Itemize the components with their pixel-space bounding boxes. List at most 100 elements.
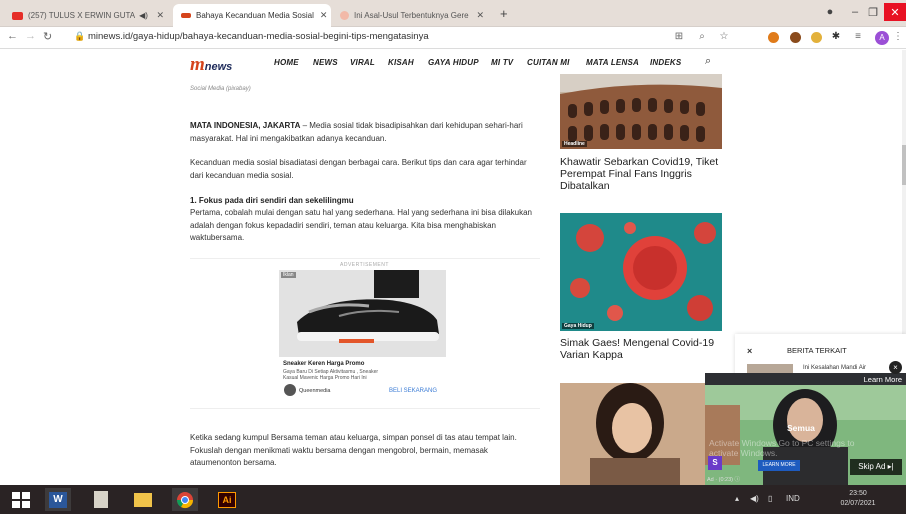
ad-badge: Iklan: [281, 272, 296, 278]
virus-image: [560, 213, 722, 331]
close-icon[interactable]: ×: [747, 346, 752, 356]
virus-thumbnail[interactable]: Gaya Hidup: [560, 213, 722, 331]
article-subheading: 1. Fokus pada diri sendiri dan sekelilin…: [190, 196, 354, 205]
sneaker-illustration: [279, 270, 446, 357]
tab-title: Bahaya Kecanduan Media Sosial: [196, 11, 314, 20]
close-tab-icon[interactable]: ✕: [314, 10, 328, 21]
puzzle-icon[interactable]: ✱: [829, 30, 843, 44]
nav-gaya-hidup[interactable]: GAYA HIDUP: [428, 58, 479, 67]
divider: [190, 258, 540, 259]
woman-thumbnail[interactable]: [560, 383, 722, 485]
new-tab-button[interactable]: +: [500, 6, 508, 21]
reload-icon[interactable]: ↻: [43, 30, 52, 43]
close-tab-icon[interactable]: ✕: [470, 10, 484, 21]
ad-brand: Queenmedia: [299, 388, 331, 394]
battery-icon[interactable]: ▯: [768, 494, 772, 503]
browser-window: (257) TULUS X ERWIN GUTA ◀) ✕ Bahaya Kec…: [0, 0, 906, 514]
article-lead: MATA INDONESIA, JAKARTA – Media sosial t…: [190, 120, 540, 145]
minews-logo[interactable]: mnews: [190, 54, 232, 76]
menu-icon[interactable]: ⋮: [893, 30, 903, 44]
account-icon[interactable]: ●: [823, 3, 837, 21]
nav-indeks[interactable]: INDEKS: [650, 58, 681, 67]
loading-favicon-icon: [340, 11, 349, 20]
word-icon: W: [49, 491, 67, 508]
article-paragraph: Pertama, cobalah mulai dengan satu hal y…: [190, 208, 533, 242]
logo-news: news: [204, 61, 233, 73]
tab-strip: (257) TULUS X ERWIN GUTA ◀) ✕ Bahaya Kec…: [0, 0, 906, 27]
windows-taskbar: W Ai ▴ ◀) ▯ IND 23:50 02/07/2021: [0, 485, 906, 514]
buy-now-link[interactable]: BELI SEKARANG: [389, 388, 437, 394]
ad-description: Gaya Baru Di Setiap Aktivitasmu , Sneake…: [283, 369, 379, 381]
nav-news[interactable]: NEWS: [313, 58, 338, 67]
thumbnail-tag: Gaya Hidup: [562, 323, 594, 329]
sidebar-article-title[interactable]: Khawatir Sebarkan Covid19, Tiket Perempa…: [560, 156, 725, 192]
advertisement-label: ADVERTISEMENT: [340, 262, 389, 268]
nav-cuitan-mi[interactable]: CUITAN MI: [527, 58, 570, 67]
tray-chevron-icon[interactable]: ▴: [735, 494, 739, 503]
learn-more-link[interactable]: Learn More: [864, 375, 902, 384]
language-indicator[interactable]: IND: [786, 494, 800, 503]
nav-home[interactable]: HOME: [274, 58, 299, 67]
tab-asal-usul[interactable]: Ini Asal-Usul Terbentuknya Gere ✕: [332, 4, 492, 27]
file-explorer-icon[interactable]: [130, 488, 156, 511]
related-item-title[interactable]: Ini Kesalahan Mandi Air: [803, 365, 866, 371]
profile-avatar[interactable]: A: [875, 31, 889, 45]
nav-kisah[interactable]: KISAH: [388, 58, 414, 67]
address-bar[interactable]: minews.id/gaya-hidup/bahaya-kecanduan-me…: [88, 31, 429, 42]
colosseum-image: [560, 74, 722, 149]
ad-title[interactable]: Sneaker Keren Harga Promo: [283, 361, 364, 367]
bookmark-star-icon[interactable]: ☆: [717, 30, 731, 44]
lock-icon[interactable]: 🔒: [74, 31, 85, 42]
woman-portrait-image: [560, 383, 722, 485]
chrome-icon: [176, 491, 194, 508]
sneaker-ad[interactable]: Iklan Sneaker Keren Harga Promo Gaya Bar…: [279, 270, 446, 400]
illustrator-icon: Ai: [218, 491, 236, 508]
translate-icon[interactable]: ⊞: [672, 30, 686, 44]
close-tab-icon[interactable]: ✕: [150, 10, 164, 21]
learn-more-button[interactable]: LEARN MORE: [758, 460, 800, 471]
activate-windows-watermark: Activate Windows Go to PC settings to ac…: [709, 438, 855, 458]
divider: [190, 408, 540, 409]
file-taskbar-icon[interactable]: [88, 488, 114, 511]
skip-ad-button[interactable]: Skip Ad ▸|: [850, 459, 902, 475]
illustrator-taskbar-icon[interactable]: Ai: [214, 488, 240, 511]
search-icon[interactable]: ⌕: [705, 55, 711, 68]
close-video-icon[interactable]: ×: [889, 361, 902, 374]
sidebar-article-title[interactable]: Simak Gaes! Mengenal Covid-19 Varian Kap…: [560, 337, 725, 361]
windows-start-icon[interactable]: [8, 488, 34, 511]
tab-minews[interactable]: Bahaya Kecanduan Media Sosial ✕: [173, 4, 331, 27]
article-paragraph: Ketika sedang kumpul Bersama teman atau …: [190, 433, 517, 467]
nav-viral[interactable]: VIRAL: [350, 58, 375, 67]
minews-favicon-icon: [181, 13, 191, 18]
tab-title: (257) TULUS X ERWIN GUTA: [28, 11, 136, 20]
thumbnail-tag: Headline: [562, 141, 587, 147]
word-taskbar-icon[interactable]: W: [45, 488, 71, 511]
zoom-icon[interactable]: ⌕: [695, 30, 709, 44]
back-icon[interactable]: ←: [7, 30, 18, 42]
clock-time: 23:50: [849, 490, 867, 497]
maximize-button[interactable]: ❐: [866, 3, 880, 21]
speaker-icon[interactable]: ◀): [139, 11, 148, 20]
tab-youtube[interactable]: (257) TULUS X ERWIN GUTA ◀) ✕: [4, 4, 172, 27]
extension-icon[interactable]: [790, 32, 801, 43]
scrollbar-thumb[interactable]: [902, 145, 906, 185]
video-ad-player[interactable]: Learn More Semua Activate Windows Go to …: [705, 373, 906, 485]
youtube-icon: [12, 11, 23, 20]
clock-date: 02/07/2021: [840, 500, 876, 507]
colosseum-thumbnail[interactable]: Headline: [560, 74, 722, 149]
volume-icon[interactable]: ◀): [750, 494, 759, 503]
reading-list-icon[interactable]: ≡: [851, 30, 865, 44]
system-clock[interactable]: 23:50 02/07/2021: [836, 489, 880, 509]
site-nav: mnews HOME NEWS VIRAL KISAH GAYA HIDUP M…: [0, 50, 906, 76]
chrome-taskbar-icon[interactable]: [172, 488, 198, 511]
nav-mata-lensa[interactable]: MATA LENSA: [586, 58, 639, 67]
extension-icon[interactable]: [811, 32, 822, 43]
extension-icon[interactable]: [768, 32, 779, 43]
forward-icon[interactable]: →: [25, 30, 36, 42]
minimize-button[interactable]: –: [848, 3, 862, 21]
article-paragraph: Kecanduan media sosial bisadiatasi denga…: [190, 158, 527, 180]
image-caption: Social Media (pixabay): [190, 86, 251, 92]
sneaker-ad-image[interactable]: Iklan: [279, 270, 446, 357]
nav-mi-tv[interactable]: MI TV: [491, 58, 513, 67]
close-window-button[interactable]: ✕: [884, 3, 906, 21]
